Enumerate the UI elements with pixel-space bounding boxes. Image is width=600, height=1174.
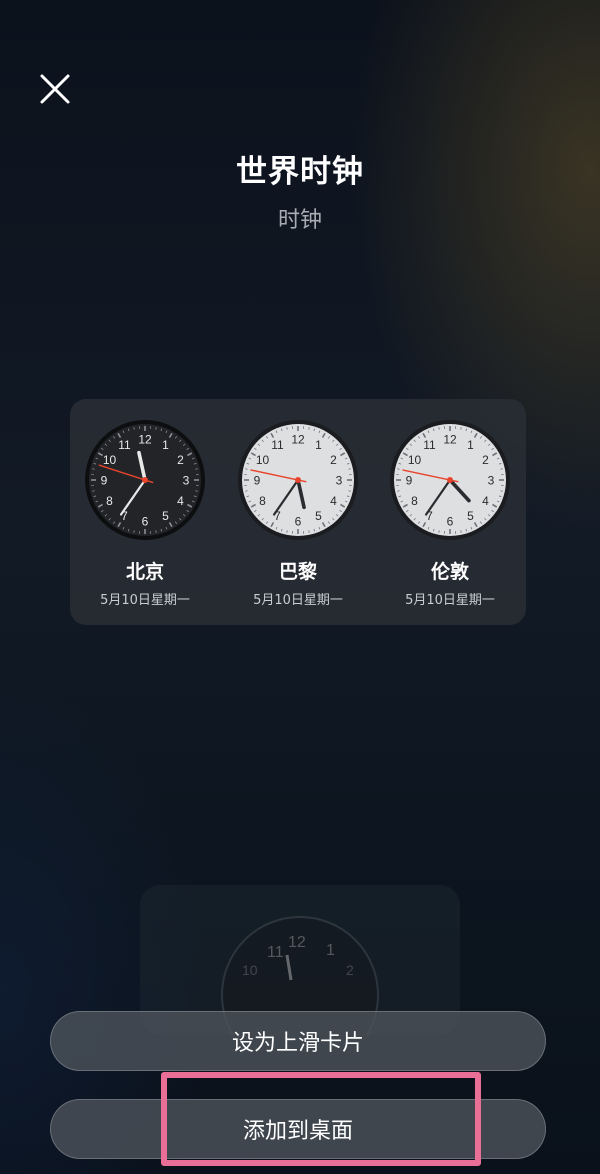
city-date: 5月10日星期一 <box>405 593 495 608</box>
clock-item-beijing: 12 1 2 3 4 5 6 7 8 9 10 11 北京 5月10日星期一 <box>80 419 210 608</box>
clock-tick <box>92 490 95 492</box>
svg-text:1: 1 <box>326 942 335 959</box>
clock-numeral: 6 <box>295 515 302 529</box>
clock-item-london: 12 1 2 3 4 5 6 7 8 9 10 11 伦敦 5月10日星期一 <box>385 419 515 608</box>
close-icon[interactable] <box>36 70 74 108</box>
clock-icon: 12 1234567891011 <box>85 420 205 540</box>
clock-numeral: 2 <box>177 453 184 467</box>
clock-tick <box>397 468 400 470</box>
clock-center <box>447 477 453 483</box>
clock-numeral: 3 <box>488 474 495 488</box>
city-name: 伦敦 <box>430 561 469 583</box>
clock-tick <box>195 468 198 470</box>
clock-item-paris: 12 1 2 3 4 5 6 7 8 9 10 11 巴黎 5月10日星期一 <box>233 419 363 608</box>
city-date: 5月10日星期一 <box>100 593 190 608</box>
clock-numeral: 5 <box>162 509 169 523</box>
clock-numeral: 8 <box>259 494 266 508</box>
clock-numeral: 1 <box>467 438 474 452</box>
clock-tick <box>397 490 400 492</box>
clock-icon: 12 1234567891011 <box>390 420 510 540</box>
clock-tick <box>460 530 462 533</box>
clock-tick <box>500 490 503 492</box>
svg-text:2: 2 <box>346 962 354 978</box>
clock-numeral: 5 <box>315 509 322 523</box>
clock-numeral: 11 <box>271 438 284 452</box>
clock-numeral: 9 <box>406 474 413 488</box>
clock-numeral: 4 <box>177 494 184 508</box>
svg-text:10: 10 <box>242 962 258 978</box>
clock-center <box>295 477 301 483</box>
clock-numeral: 1 <box>315 438 322 452</box>
clock-tick <box>286 427 288 430</box>
svg-text:12: 12 <box>288 934 306 951</box>
clock-tick <box>155 427 157 430</box>
clock-numeral: 1 <box>162 438 169 452</box>
clock-tick <box>155 530 157 533</box>
add-to-desktop-button[interactable]: 添加到桌面 <box>50 1099 546 1159</box>
clock-numeral: 2 <box>330 453 337 467</box>
svg-text:11: 11 <box>267 944 284 961</box>
clock-numeral: 9 <box>254 474 261 488</box>
clock-tick <box>460 427 462 430</box>
clock-numeral: 12 <box>291 433 305 447</box>
clock-tick <box>245 468 248 470</box>
clock-tick <box>348 468 351 470</box>
clock-tick <box>133 427 135 430</box>
city-name: 北京 <box>125 561 164 583</box>
city-name: 巴黎 <box>278 561 317 583</box>
clock-numeral: 12 <box>138 433 152 447</box>
clock-numeral: 11 <box>423 438 436 452</box>
city-date: 5月10日星期一 <box>253 593 343 608</box>
clock-numeral: 10 <box>256 453 270 467</box>
clock-tick <box>133 530 135 533</box>
clock-tick <box>245 490 248 492</box>
clock-numeral: 10 <box>103 453 117 467</box>
clock-tick <box>308 530 310 533</box>
clock-numeral: 3 <box>336 474 343 488</box>
clock-tick <box>286 530 288 533</box>
clock-numeral: 10 <box>408 453 422 467</box>
world-clock-widget: 12 1 2 3 4 5 6 7 8 9 10 11 北京 5月10日星期一 12 1 2 3 4 5 6 7 8 9 1… <box>70 399 526 625</box>
clock-numeral: 12 <box>443 433 457 447</box>
clock-numeral: 8 <box>106 494 113 508</box>
clock-tick <box>438 427 440 430</box>
clock-numeral: 11 <box>118 438 131 452</box>
clock-numeral: 5 <box>467 509 474 523</box>
clock-numeral: 6 <box>142 515 149 529</box>
clock-tick <box>308 427 310 430</box>
clock-tick <box>195 490 198 492</box>
clock-tick <box>92 468 95 470</box>
clock-numeral: 3 <box>183 474 190 488</box>
page-subtitle: 时钟 <box>277 208 322 233</box>
set-swipe-card-button[interactable]: 设为上滑卡片 <box>50 1011 546 1071</box>
clock-numeral: 2 <box>482 453 489 467</box>
clock-numeral: 6 <box>447 515 454 529</box>
clock-tick <box>500 468 503 470</box>
clock-center <box>142 477 148 483</box>
clock-tick <box>348 490 351 492</box>
clock-tick <box>438 530 440 533</box>
clock-numeral: 4 <box>482 494 489 508</box>
clock-numeral: 8 <box>411 494 418 508</box>
clock-icon: 12 1234567891011 <box>238 420 358 540</box>
clock-numeral: 9 <box>101 474 108 488</box>
page-title: 世界时钟 <box>236 154 364 190</box>
clock-numeral: 4 <box>330 494 337 508</box>
